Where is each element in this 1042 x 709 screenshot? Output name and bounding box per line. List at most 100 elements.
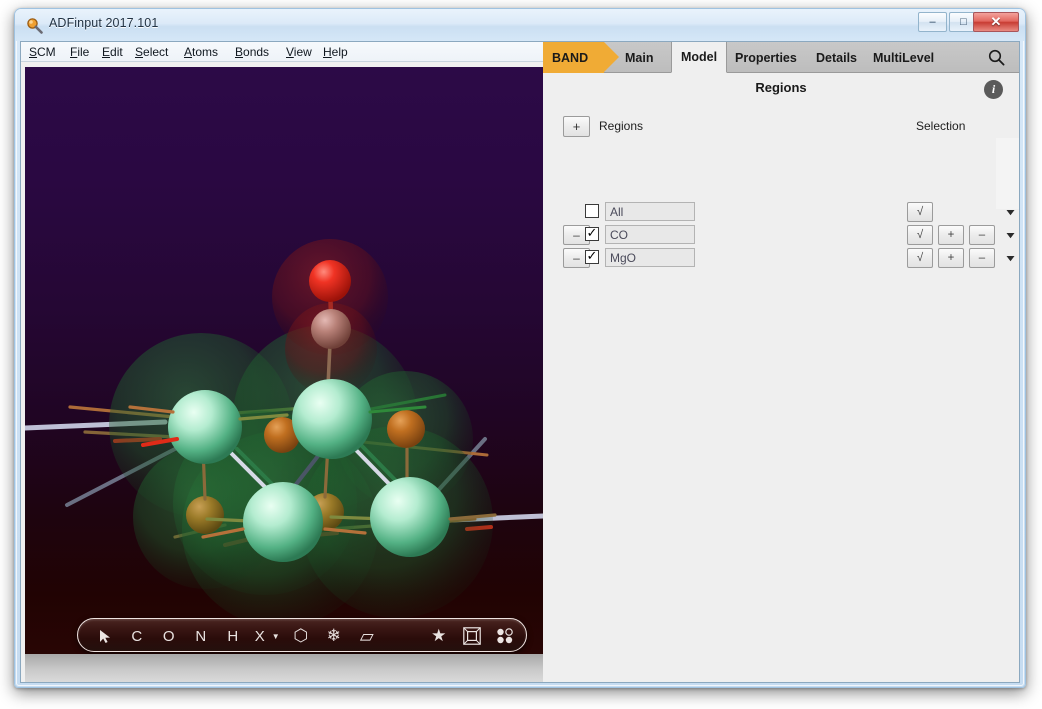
menu-atoms-mnemonic: A [184, 45, 193, 59]
table-row: – ✓ CO √ + – [543, 224, 1019, 247]
pointer-icon [99, 629, 110, 643]
magnifier-icon [27, 18, 43, 34]
ring-tool[interactable]: ⬡ [285, 619, 317, 653]
close-icon: ✕ [990, 14, 1002, 29]
settings-panel: BAND Main Model Properties Details Multi… [543, 42, 1019, 682]
carbon-tool[interactable]: C [122, 619, 152, 653]
select-region-button-mgo[interactable]: √ [907, 248, 933, 268]
menu-bonds[interactable]: Bonds [235, 45, 269, 59]
molecule-viewer[interactable]: C O N H X ▼ ⬡ ❄ ▱ ★ [25, 67, 543, 666]
caret-glyph [1006, 232, 1014, 238]
atom-magnesium [292, 379, 372, 459]
unit-cell-tool[interactable] [456, 619, 488, 653]
viewer-base-strip [25, 654, 543, 682]
nitrogen-tool[interactable]: N [186, 619, 216, 653]
crystal-tool[interactable]: ❄ [318, 619, 350, 653]
menu-edit-mnemonic: E [102, 45, 111, 59]
client-area: SCM File Edit Select Atoms Bonds View He… [20, 41, 1020, 682]
region-name-field-co[interactable]: CO [605, 225, 695, 244]
atom-magnesium [370, 477, 450, 557]
menu-help-rest: elp [331, 45, 348, 59]
window-bottom-edge [20, 682, 1020, 683]
menu-bonds-mnemonic: B [235, 45, 244, 59]
close-button[interactable]: ✕ [973, 12, 1019, 32]
hydrogen-tool[interactable]: H [218, 619, 248, 653]
window-title: ADFinput 2017.101 [49, 16, 159, 30]
other-element-tool[interactable]: X [248, 619, 272, 653]
selection-column-header: Selection [916, 119, 966, 133]
region-checkbox-all[interactable] [585, 204, 599, 218]
select-region-button-all[interactable]: √ [907, 202, 933, 222]
screenshot-root: ADFinput 2017.101 – □ ✕ SCM File Edit Se… [0, 0, 1042, 709]
add-to-region-button-mgo[interactable]: + [938, 248, 964, 268]
info-icon[interactable]: i [984, 80, 1003, 99]
menu-view-rest: iew [293, 45, 312, 59]
chevron-down-icon[interactable] [1002, 202, 1018, 222]
menu-select[interactable]: Select [135, 45, 168, 59]
menu-file[interactable]: File [70, 45, 89, 59]
menu-select-rest: elect [143, 45, 169, 59]
application-window: ADFinput 2017.101 – □ ✕ SCM File Edit Se… [14, 8, 1026, 688]
viewer-toolbar: C O N H X ▼ ⬡ ❄ ▱ ★ [77, 618, 527, 652]
table-row: – ✓ MgO √ + – [543, 247, 1019, 270]
title-bar: ADFinput 2017.101 – □ ✕ [15, 9, 1025, 41]
tab-main[interactable]: Main [616, 42, 662, 73]
menu-atoms[interactable]: Atoms [184, 45, 218, 59]
menu-scm-rest: CM [37, 45, 56, 59]
remove-from-region-button-mgo[interactable]: – [969, 248, 995, 268]
menu-view[interactable]: View [286, 45, 312, 59]
menu-edit-rest: dit [110, 45, 123, 59]
region-name-field-all[interactable]: All [605, 202, 695, 221]
select-pointer-tool[interactable] [90, 619, 120, 653]
chevron-down-icon[interactable] [1002, 225, 1018, 245]
caret-column-background [996, 138, 1019, 209]
region-checkbox-co[interactable]: ✓ [585, 224, 599, 241]
slab-plane-tool[interactable]: ▱ [351, 619, 383, 653]
atoms-group-tool[interactable] [489, 619, 521, 653]
atom-magnesium [243, 482, 323, 562]
region-name-field-mgo[interactable]: MgO [605, 248, 695, 267]
tab-model[interactable]: Model [671, 42, 728, 73]
add-to-region-button-co[interactable]: + [938, 225, 964, 245]
search-button[interactable] [981, 42, 1011, 73]
page-title: Regions [755, 80, 807, 95]
tab-multilevel[interactable]: MultiLevel [864, 42, 943, 73]
menu-bonds-rest: onds [243, 45, 270, 59]
menu-edit[interactable]: Edit [102, 45, 123, 59]
favorites-tool[interactable]: ★ [423, 619, 455, 653]
molecule-rendering [25, 239, 543, 627]
menu-scm-mnemonic: S [29, 45, 38, 59]
oxygen-tool[interactable]: O [154, 619, 184, 653]
minimize-icon: – [929, 16, 936, 28]
minimize-button[interactable]: – [918, 12, 947, 32]
tab-details[interactable]: Details [807, 42, 866, 73]
checkmark-icon: ✓ [586, 247, 598, 263]
add-region-button[interactable]: + [563, 116, 590, 137]
caret-glyph [1006, 255, 1014, 261]
tab-strip: BAND Main Model Properties Details Multi… [543, 42, 1019, 73]
region-checkbox-mgo[interactable]: ✓ [585, 247, 599, 264]
menu-help[interactable]: Help [323, 45, 348, 59]
tab-properties[interactable]: Properties [726, 42, 806, 73]
menu-select-mnemonic: S [135, 45, 144, 59]
menu-scm[interactable]: SCM [29, 45, 56, 59]
menu-view-mnemonic: V [286, 45, 294, 59]
caret-glyph [1006, 209, 1014, 215]
table-row: All √ [543, 201, 1019, 224]
atom-magnesium [168, 390, 242, 464]
checkmark-icon: ✓ [586, 224, 598, 240]
atom-carbon [311, 309, 351, 349]
atoms-group-icon [497, 628, 513, 644]
tab-band[interactable]: BAND [543, 42, 620, 73]
chevron-down-icon[interactable]: ▼ [270, 619, 282, 653]
atom-metal [387, 410, 425, 448]
select-region-button-co[interactable]: √ [907, 225, 933, 245]
unit-cell-icon [463, 627, 481, 645]
chevron-down-icon[interactable] [1002, 248, 1018, 268]
regions-column-header: Regions [599, 119, 644, 133]
search-icon [988, 49, 1005, 66]
menu-help-mnemonic: H [323, 45, 332, 59]
remove-from-region-button-co[interactable]: – [969, 225, 995, 245]
menu-file-rest: ile [77, 45, 90, 59]
menu-atoms-rest: toms [192, 45, 219, 59]
